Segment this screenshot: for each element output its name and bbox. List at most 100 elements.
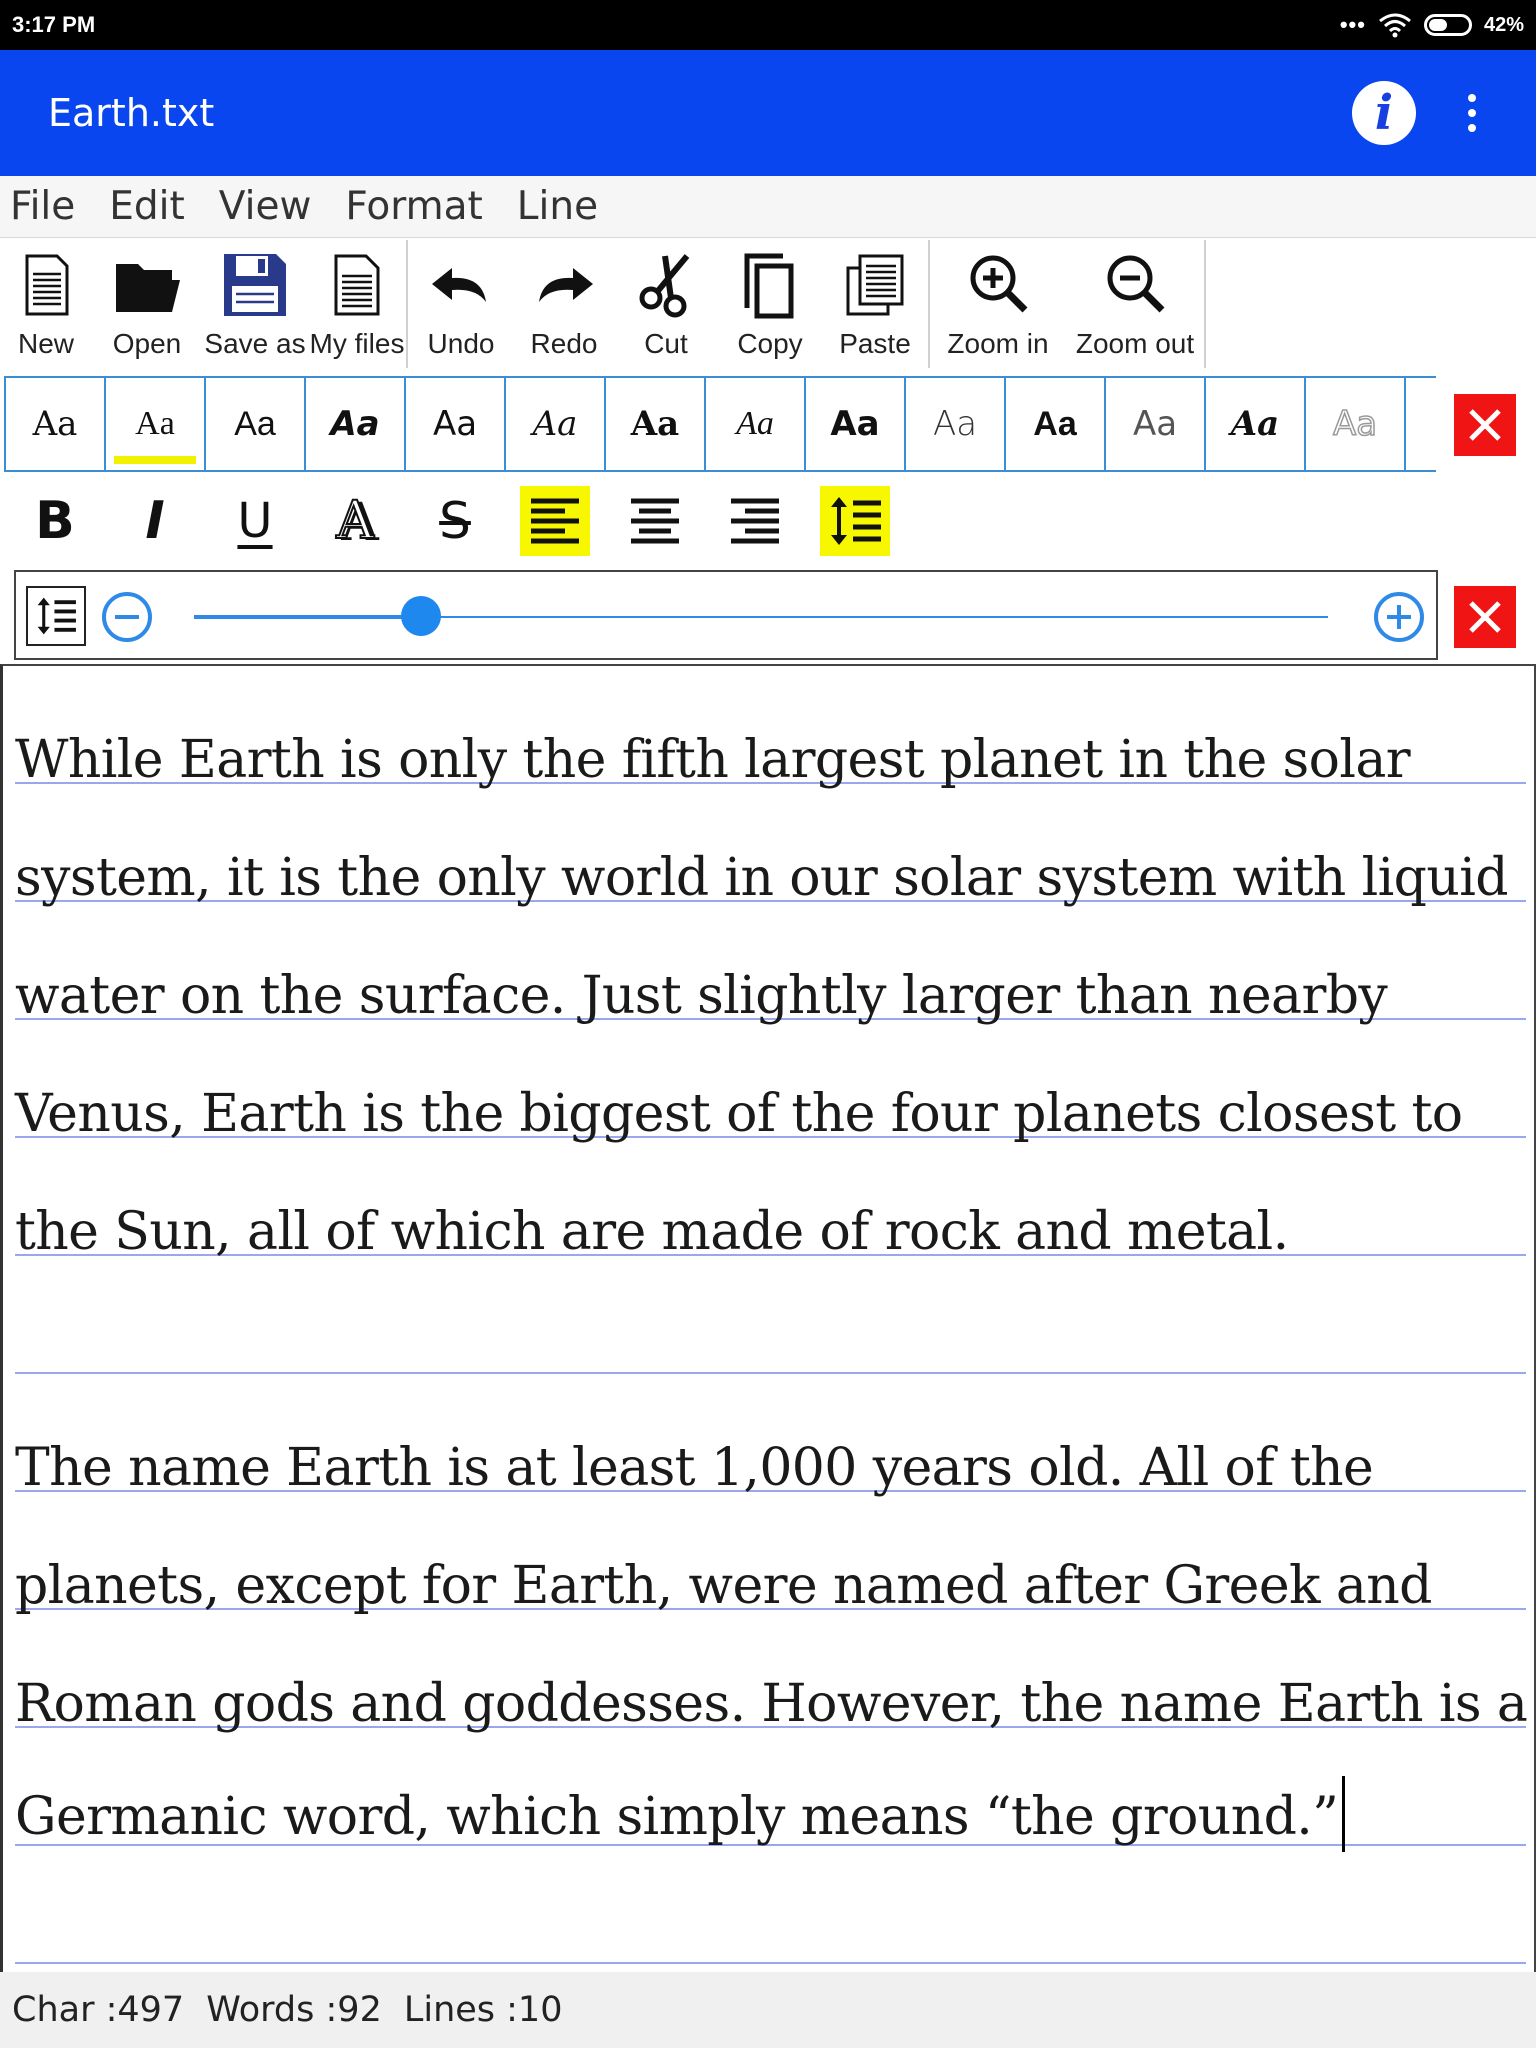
file-tools: New Open Save as My files bbox=[0, 240, 408, 368]
menu-format[interactable]: Format bbox=[345, 184, 482, 229]
strikethrough-button[interactable]: S bbox=[420, 486, 490, 556]
editor-line: Germanic word, which simply means “the g… bbox=[15, 1728, 1526, 1852]
close-icon bbox=[1469, 409, 1501, 441]
document-title: Earth.txt bbox=[48, 91, 215, 135]
zoom-in-label: Zoom in bbox=[947, 328, 1049, 359]
word-count: Words :92 bbox=[206, 1990, 382, 2030]
editor-line: water on the surface. Just slightly larg… bbox=[15, 902, 1526, 1026]
notification-dots: ••• bbox=[1339, 12, 1366, 37]
font-option[interactable]: Aa bbox=[406, 378, 506, 470]
zoom-out-icon bbox=[1107, 255, 1165, 313]
dot bbox=[1468, 124, 1476, 132]
paste-button[interactable]: Paste bbox=[822, 240, 928, 368]
line-text: the Sun, all of which are made of rock a… bbox=[15, 1202, 1289, 1262]
menu-edit[interactable]: Edit bbox=[109, 184, 185, 229]
editor-line: Venus, Earth is the biggest of the four … bbox=[15, 1020, 1526, 1144]
font-option[interactable]: Aa bbox=[1106, 378, 1206, 470]
menu-file[interactable]: File bbox=[10, 184, 75, 229]
line-content: Germanic word, which simply means “the g… bbox=[15, 1787, 1339, 1847]
app-bar: Earth.txt i bbox=[0, 50, 1536, 176]
status-indicators: ••• 42% bbox=[1340, 12, 1524, 38]
new-button[interactable]: New bbox=[0, 240, 92, 368]
align-center-button[interactable] bbox=[620, 486, 690, 556]
align-left-button[interactable] bbox=[520, 486, 590, 556]
dot bbox=[1468, 94, 1476, 102]
undo-button[interactable]: Undo bbox=[408, 240, 514, 368]
spacing-slider-thumb[interactable] bbox=[400, 596, 441, 636]
close-font-picker-button[interactable] bbox=[1454, 394, 1516, 456]
open-button[interactable]: Open bbox=[92, 240, 202, 368]
font-option[interactable]: Aa bbox=[6, 378, 106, 470]
paste-icon bbox=[846, 254, 904, 316]
cut-label: Cut bbox=[644, 328, 688, 359]
font-picker: Aa Aa Aa Aa Aa Aa Aa Aa Aa Aa Aa Aa Aa A… bbox=[4, 376, 1436, 472]
line-text: Roman gods and goddesses. However, the n… bbox=[15, 1674, 1528, 1734]
battery-icon bbox=[1423, 14, 1472, 36]
line-spacing-indicator bbox=[26, 586, 86, 646]
copy-button[interactable]: Copy bbox=[718, 240, 822, 368]
line-spacing-button[interactable] bbox=[820, 486, 890, 556]
editor-line bbox=[15, 1846, 1526, 1964]
new-label: New bbox=[17, 328, 74, 359]
save-as-button[interactable]: Save as bbox=[202, 240, 308, 368]
line-text: planets, except for Earth, were named af… bbox=[15, 1556, 1432, 1616]
clock: 3:17 PM bbox=[12, 12, 96, 37]
underline-button[interactable]: U bbox=[220, 486, 290, 556]
line-spacing-slider-panel bbox=[14, 570, 1438, 660]
document-icon bbox=[334, 254, 380, 316]
italic-glyph: I bbox=[145, 491, 165, 551]
menu-line[interactable]: Line bbox=[517, 184, 598, 229]
font-option[interactable]: Aa bbox=[906, 378, 1006, 470]
menu-bar: File Edit View Format Line bbox=[0, 176, 1536, 238]
redo-icon bbox=[539, 268, 593, 302]
text-editor[interactable]: While Earth is only the fifth largest pl… bbox=[0, 664, 1536, 1972]
dot bbox=[1468, 109, 1476, 117]
undo-icon bbox=[432, 268, 486, 302]
menu-view[interactable]: View bbox=[219, 184, 312, 229]
font-option[interactable]: Aa bbox=[506, 378, 606, 470]
font-option[interactable]: Aa bbox=[806, 378, 906, 470]
italic-button[interactable]: I bbox=[120, 486, 190, 556]
underline-glyph: U bbox=[237, 493, 273, 549]
line-count: Lines :10 bbox=[403, 1990, 563, 2030]
new-file-icon bbox=[25, 254, 69, 316]
font-option[interactable]: Aa bbox=[206, 378, 306, 470]
info-button[interactable]: i bbox=[1352, 81, 1416, 145]
align-left-icon bbox=[531, 498, 579, 544]
save-as-label: Save as bbox=[204, 328, 306, 359]
bold-button[interactable]: B bbox=[20, 486, 90, 556]
increase-spacing-button[interactable] bbox=[1374, 592, 1424, 642]
zoom-in-button[interactable]: Zoom in bbox=[930, 240, 1066, 368]
font-option[interactable]: Aa bbox=[606, 378, 706, 470]
editor-line bbox=[15, 1256, 1526, 1374]
zoom-tools: Zoom in Zoom out bbox=[930, 240, 1206, 368]
font-option[interactable]: Aa bbox=[706, 378, 806, 470]
close-spacing-slider-button[interactable] bbox=[1454, 586, 1516, 648]
font-option[interactable]: Aa bbox=[1006, 378, 1106, 470]
more-options-button[interactable] bbox=[1456, 86, 1488, 140]
align-right-button[interactable] bbox=[720, 486, 790, 556]
zoom-in-icon bbox=[970, 255, 1028, 313]
open-label: Open bbox=[112, 328, 182, 359]
editor-line: Roman gods and goddesses. However, the n… bbox=[15, 1610, 1528, 1734]
paste-label: Paste bbox=[839, 328, 911, 359]
char-count: Char :497 bbox=[12, 1990, 185, 2030]
editor-line: system, it is the only world in our sola… bbox=[15, 784, 1526, 908]
decrease-spacing-button[interactable] bbox=[102, 592, 152, 642]
font-option[interactable]: Aa bbox=[306, 378, 406, 470]
redo-button[interactable]: Redo bbox=[514, 240, 614, 368]
shadow-text-button[interactable]: A bbox=[320, 486, 390, 556]
line-text: Germanic word, which simply means “the g… bbox=[15, 1776, 1346, 1852]
cut-button[interactable]: Cut bbox=[614, 240, 718, 368]
info-icon: i bbox=[1374, 85, 1394, 141]
spacing-slider-track[interactable] bbox=[194, 596, 1328, 636]
zoom-out-button[interactable]: Zoom out bbox=[1066, 240, 1204, 368]
font-option[interactable]: Aa bbox=[1206, 378, 1306, 470]
font-option[interactable]: Aa bbox=[1306, 378, 1406, 470]
text-cursor bbox=[1342, 1776, 1346, 1852]
edit-tools: Undo Redo Cut Copy Paste bbox=[408, 240, 930, 368]
wifi-icon bbox=[1379, 13, 1411, 38]
my-files-button[interactable]: My files bbox=[308, 240, 406, 368]
font-option[interactable]: A bbox=[1406, 378, 1436, 470]
font-option-selected[interactable]: Aa bbox=[106, 378, 206, 470]
